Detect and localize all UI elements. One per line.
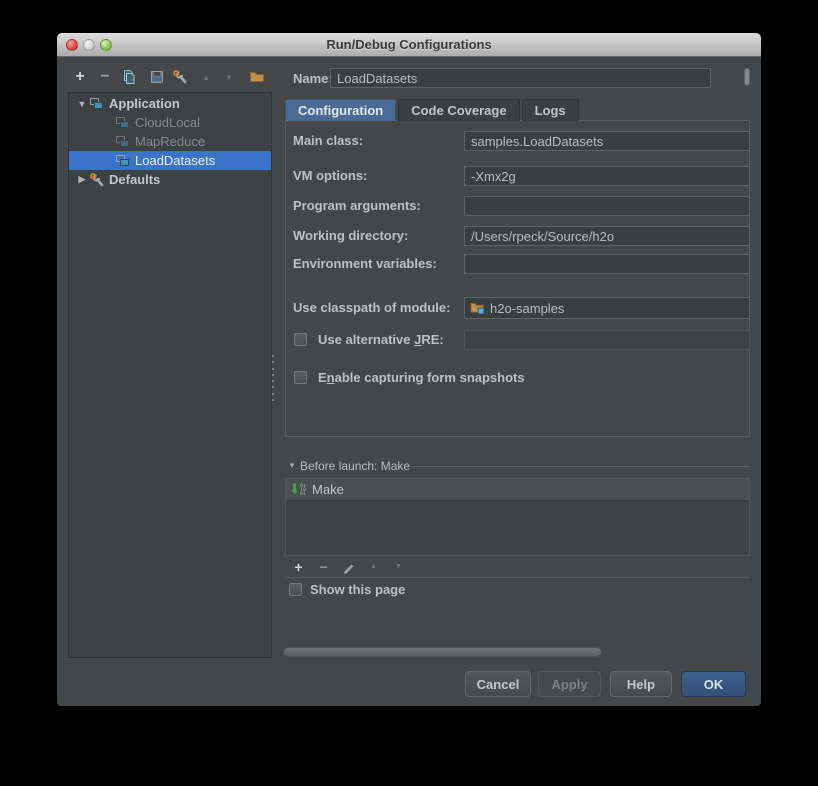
tab-bar: Configuration Code Coverage Logs — [285, 99, 579, 121]
main-class-input[interactable] — [464, 131, 750, 151]
tree-item-label: LoadDatasets — [135, 153, 216, 168]
splitter-handle[interactable] — [269, 355, 277, 401]
tree-item-loaddatasets[interactable]: LoadDatasets — [69, 151, 271, 170]
down-arrow-icon: ▼ — [225, 72, 233, 82]
main-class-label: Main class: — [293, 133, 364, 148]
vm-options-label: VM options: — [293, 168, 368, 183]
plus-icon: + — [294, 558, 303, 575]
application-icon — [115, 134, 131, 150]
tree-item-application[interactable]: ▼ Application — [69, 94, 271, 113]
module-label: Use classpath of module: — [293, 300, 451, 315]
before-launch-item-make[interactable]: 01 10 01 Make — [286, 479, 749, 501]
application-icon — [89, 96, 105, 112]
tree-item-label: MapReduce — [135, 134, 206, 149]
before-launch-collapse-icon[interactable]: ▼ — [288, 461, 296, 470]
copy-configuration-button[interactable] — [120, 68, 138, 86]
environment-variables-input[interactable] — [464, 254, 750, 274]
save-configuration-button[interactable] — [148, 68, 166, 86]
horizontal-scrollbar-thumb[interactable] — [283, 647, 602, 657]
vertical-scrollbar-thumb[interactable] — [744, 68, 750, 86]
before-launch-list: 01 10 01 Make — [285, 478, 750, 556]
titlebar[interactable]: Run/Debug Configurations — [57, 33, 761, 57]
create-folder-button[interactable] — [248, 68, 266, 86]
module-value: h2o-samples — [490, 300, 565, 316]
minus-icon: − — [319, 558, 328, 575]
application-icon — [115, 115, 131, 131]
show-this-page-checkbox[interactable] — [289, 583, 302, 596]
save-icon — [151, 71, 163, 83]
form-snapshots-checkbox[interactable] — [294, 371, 307, 384]
tree-item-mapreduce[interactable]: MapReduce — [69, 132, 271, 151]
before-launch-divider — [412, 466, 750, 467]
apply-button: Apply — [538, 671, 601, 697]
module-combobox[interactable]: h2o-samples — [464, 297, 750, 319]
before-launch-header[interactable]: Before launch: Make — [300, 459, 410, 473]
make-compile-icon: 01 10 01 — [291, 483, 306, 496]
tab-configuration[interactable]: Configuration — [285, 99, 397, 121]
window-title: Run/Debug Configurations — [326, 37, 492, 52]
folder-icon — [250, 72, 264, 82]
move-task-down-button[interactable]: ▼ — [391, 559, 406, 574]
edit-task-button[interactable] — [341, 559, 356, 574]
tree-item-cloudlocal[interactable]: CloudLocal — [69, 113, 271, 132]
before-launch-toolbar: + − ▲ ▼ — [285, 556, 750, 578]
expand-icon[interactable]: ▶ — [75, 174, 89, 185]
help-button[interactable]: Help — [610, 671, 672, 697]
show-this-page-label: Show this page — [310, 582, 406, 597]
add-configuration-button[interactable]: + — [71, 68, 89, 86]
wrench-gear-icon — [173, 70, 187, 84]
working-directory-input[interactable] — [464, 226, 750, 246]
move-up-button[interactable]: ▲ — [197, 68, 215, 86]
working-directory-label: Working directory: — [293, 228, 409, 243]
module-folder-icon — [470, 303, 485, 315]
move-down-button[interactable]: ▼ — [220, 68, 238, 86]
tree-item-label: Application — [109, 96, 180, 111]
tab-logs[interactable]: Logs — [521, 99, 579, 121]
wrench-gear-icon — [90, 172, 104, 186]
name-label: Name: — [293, 71, 333, 86]
move-task-up-button[interactable]: ▲ — [366, 559, 381, 574]
edit-defaults-button[interactable] — [171, 68, 189, 86]
configurations-tree: ▼ Application CloudLocal MapReduce LoadD… — [68, 92, 272, 658]
ok-button[interactable]: OK — [681, 671, 746, 697]
minus-icon: − — [100, 68, 110, 85]
tree-item-defaults[interactable]: ▶ Defaults — [69, 170, 271, 189]
remove-task-button[interactable]: − — [316, 558, 331, 575]
remove-configuration-button[interactable]: − — [96, 68, 114, 86]
application-icon — [115, 153, 131, 169]
alternative-jre-label: Use alternative JRE: — [318, 332, 444, 347]
alternative-jre-checkbox[interactable] — [294, 333, 307, 346]
collapse-icon[interactable]: ▼ — [75, 99, 89, 109]
name-input[interactable] — [330, 68, 711, 88]
pencil-icon — [343, 564, 353, 574]
program-arguments-input[interactable] — [464, 196, 750, 216]
tree-item-label: CloudLocal — [135, 115, 201, 130]
vm-options-input[interactable] — [464, 166, 750, 186]
form-snapshots-label: Enable capturing form snapshots — [318, 370, 525, 385]
up-arrow-icon: ▲ — [370, 563, 377, 570]
up-arrow-icon: ▲ — [202, 72, 210, 82]
run-debug-configurations-dialog: Run/Debug Configurations + − ▲ ▼ ▼ Appli… — [57, 33, 761, 706]
plus-icon: + — [75, 68, 85, 85]
program-arguments-label: Program arguments: — [293, 198, 421, 213]
down-arrow-icon: ▼ — [395, 563, 402, 570]
copy-icon — [124, 70, 135, 84]
alternative-jre-input — [464, 330, 750, 350]
add-task-button[interactable]: + — [291, 558, 306, 575]
tab-code-coverage[interactable]: Code Coverage — [398, 99, 520, 121]
environment-variables-label: Environment variables: — [293, 256, 437, 271]
tree-item-label: Defaults — [109, 172, 161, 187]
before-launch-item-label: Make — [312, 482, 344, 497]
cancel-button[interactable]: Cancel — [465, 671, 531, 697]
